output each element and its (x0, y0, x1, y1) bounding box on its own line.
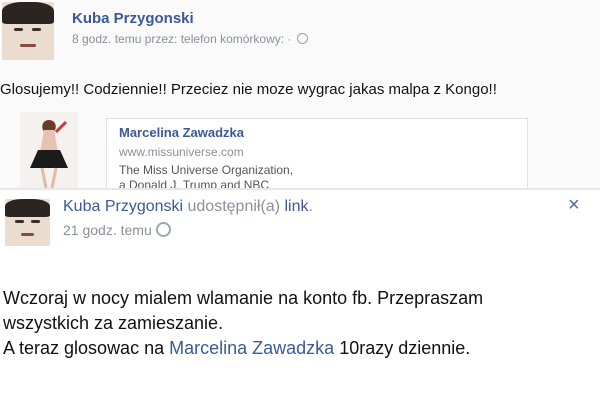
post-time: 21 godz. temu (63, 222, 171, 238)
top-post: Kuba Przygonski 8 godz. temu przez: tele… (0, 0, 600, 190)
avatar[interactable] (5, 199, 50, 246)
globe-icon (155, 222, 171, 237)
post-meta: 8 godz. temu przez: telefon komórkowy: · (72, 32, 308, 46)
avatar[interactable] (2, 2, 54, 60)
post-line-3-post: 10razy dziennie. (334, 338, 471, 358)
post-meta-text: 8 godz. temu przez: telefon komórkowy: · (72, 32, 295, 46)
shared-link-url: www.missuniverse.com (119, 145, 244, 159)
post-time-text[interactable]: 21 godz. temu (63, 222, 152, 238)
post-line-1: Wczoraj w nocy mialem wlamanie na konto … (3, 288, 484, 308)
post-text: Glosujemy!! Codziennie!! Przeciez nie mo… (0, 81, 497, 98)
period: . (308, 198, 313, 215)
author-name[interactable]: Kuba Przygonski (72, 10, 194, 27)
shared-thumbnail[interactable] (20, 112, 78, 190)
post-line-2: wszystkich za zamieszanie. (3, 313, 224, 333)
shared-link-title[interactable]: Marcelina Zawadzka (119, 125, 244, 140)
shared-link[interactable]: link (284, 198, 308, 215)
close-icon[interactable]: × (568, 194, 580, 217)
shared-link-description: The Miss Universe Organization, a Donald… (119, 163, 294, 190)
share-action-text: udostępnił(a) (183, 198, 285, 215)
post-line-3: A teraz glosowac na Marcelina Zawadzka 1… (3, 336, 598, 361)
post-line-3-pre: A teraz glosowac na (3, 338, 170, 358)
post-divider (0, 188, 600, 190)
tagged-person-link[interactable]: Marcelina Zawadzka (169, 338, 334, 358)
author-name[interactable]: Kuba Przygonski (63, 198, 183, 215)
shared-link-card[interactable]: Marcelina Zawadzka www.missuniverse.com … (106, 118, 528, 190)
globe-icon (296, 33, 308, 44)
post-body: Wczoraj w nocy mialem wlamanie na konto … (3, 286, 598, 361)
post-header: Kuba Przygonski udostępnił(a) link. (63, 198, 313, 216)
